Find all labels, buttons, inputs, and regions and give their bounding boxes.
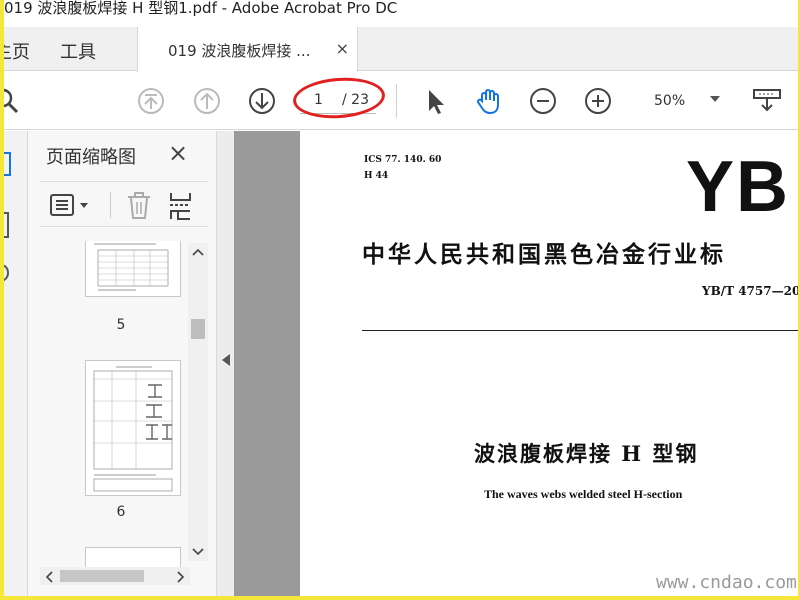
toolbar-divider — [396, 84, 397, 118]
thumbnail-label-5: 5 — [116, 317, 126, 333]
horizontal-scroll-thumb[interactable] — [60, 570, 144, 582]
close-tab-icon[interactable]: × — [336, 39, 349, 58]
yb-logo-text: YB — [686, 147, 791, 227]
panel-title: 页面缩略图 — [46, 147, 136, 168]
document-tab-label: 019 波浪腹板焊接 ... — [168, 42, 311, 60]
page-thumbnail-7[interactable] — [85, 547, 181, 567]
hand-tool-icon[interactable] — [474, 86, 504, 116]
chevron-down-icon — [710, 96, 720, 102]
page-thumbnails-icon[interactable] — [4, 151, 14, 179]
zoom-in-icon[interactable] — [583, 86, 613, 116]
thumbnail-label-6: 6 — [116, 504, 126, 520]
panel-splitter[interactable] — [216, 131, 234, 596]
thumbnails-panel: 页面缩略图 × 5 6 — [28, 131, 216, 596]
page-thumbnail-5[interactable] — [85, 241, 181, 297]
scroll-left-icon[interactable] — [44, 571, 54, 583]
tools-tab[interactable]: 工具 — [60, 38, 96, 64]
trash-icon[interactable] — [126, 192, 152, 220]
tab-bar: 主页 工具 019 波浪腹板焊接 ... × — [4, 27, 798, 72]
scroll-down-icon[interactable] — [192, 547, 204, 557]
vertical-scroll-thumb[interactable] — [191, 319, 205, 339]
panel-divider — [110, 192, 111, 218]
document-title-en: The waves webs welded steel H-section — [484, 487, 683, 501]
page-thumbnail-6[interactable] — [85, 360, 181, 496]
zoom-level-value: 50% — [654, 93, 686, 109]
red-annotation-circle — [291, 74, 387, 122]
standard-header-title: 中华人民共和国黑色冶金行业标 — [362, 242, 726, 268]
search-icon[interactable] — [4, 86, 22, 116]
scroll-up-icon[interactable] — [192, 247, 204, 257]
zoom-level-dropdown[interactable]: 50% — [644, 90, 726, 114]
standard-number: YB/T 4757—20 — [702, 284, 798, 298]
main-toolbar: 1 / 23 50% — [4, 72, 798, 130]
panel-toolbar — [40, 181, 208, 227]
thumbnail-preview — [94, 243, 169, 291]
window-title: 019 波浪腹板焊接 H 型钢1.pdf - Adobe Acrobat Pro… — [4, 0, 798, 25]
document-viewport[interactable]: ICS 77. 140. 60 H 44 YB 中华人民共和国黑色冶金行业标 Y… — [234, 131, 798, 596]
attachments-icon[interactable] — [4, 261, 14, 285]
zoom-out-icon[interactable] — [528, 86, 558, 116]
thumbnail-preview — [93, 366, 173, 492]
collapse-panel-icon[interactable] — [221, 353, 231, 367]
bookmarks-icon[interactable] — [4, 211, 14, 241]
next-page-icon[interactable] — [247, 86, 277, 116]
h-code: H 44 — [364, 171, 389, 181]
document-tab[interactable]: 019 波浪腹板焊接 ... × — [137, 27, 358, 72]
pdf-page: ICS 77. 140. 60 H 44 YB 中华人民共和国黑色冶金行业标 Y… — [300, 131, 798, 596]
close-panel-icon[interactable]: × — [168, 139, 188, 167]
scroll-right-icon[interactable] — [176, 571, 186, 583]
header-rule — [362, 330, 798, 331]
previous-page-icon[interactable] — [192, 86, 222, 116]
options-menu-icon[interactable] — [50, 194, 94, 216]
scroll-mode-icon[interactable] — [752, 86, 782, 116]
navigation-rail — [4, 131, 28, 596]
ics-code: ICS 77. 140. 60 — [364, 155, 442, 165]
site-watermark: www.cndao.com — [656, 572, 797, 593]
thumbnail-horizontal-scrollbar[interactable] — [40, 567, 190, 585]
first-page-icon[interactable] — [136, 86, 166, 116]
acrobat-window: 019 波浪腹板焊接 H 型钢1.pdf - Adobe Acrobat Pro… — [4, 0, 798, 596]
extract-pages-icon[interactable] — [168, 192, 194, 220]
home-tab[interactable]: 主页 — [4, 38, 30, 64]
select-cursor-icon[interactable] — [420, 86, 450, 116]
thumbnail-vertical-scrollbar[interactable] — [188, 243, 208, 561]
document-title-cn: 波浪腹板焊接 H 型钢 — [474, 441, 699, 466]
